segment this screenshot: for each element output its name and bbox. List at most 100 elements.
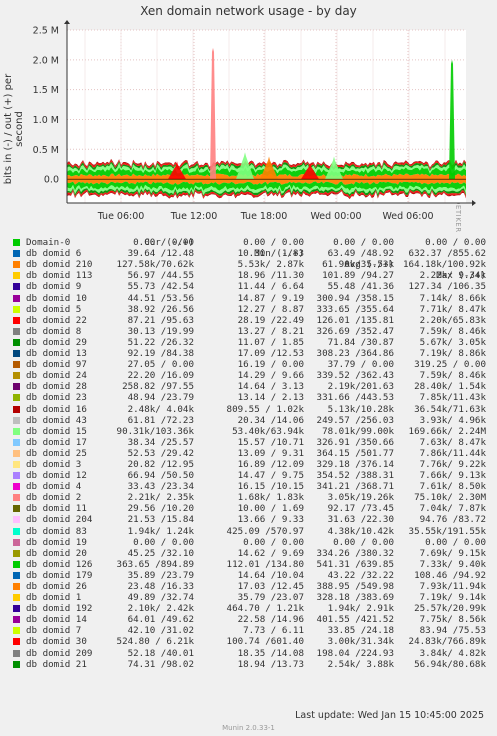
legend-cur: 66.94 /50.50 (127, 470, 194, 482)
legend-max: 0.00 / 0.00 (425, 237, 486, 249)
legend-swatch (13, 338, 20, 346)
legend-min: 809.55 / 1.02k (226, 403, 304, 415)
legend-min: 16.19 / 0.00 (237, 359, 304, 371)
legend-cur: 39.64 /12.48 (127, 248, 194, 260)
legend-max: 36.54k/71.63k (414, 403, 486, 415)
legend-series-name: db domid 24 (26, 370, 87, 382)
legend-row: db domid 30 524.80 / 6.21k 100.74 /601.40 3… (10, 636, 490, 647)
legend-row: db domid 22 87.21 /95.63 28.19 /22.49 126.0… (10, 315, 490, 326)
legend-avg: 3.05k/19.26k (327, 492, 394, 504)
legend-swatch (13, 427, 20, 435)
legend-cur: 127.58k/70.62k (116, 259, 194, 271)
legend-swatch (13, 261, 20, 269)
legend-min: 7.73 / 6.11 (243, 625, 304, 637)
x-tick-label: Tue 06:00 (97, 211, 145, 222)
legend-series-name: db domid 15 (26, 425, 87, 437)
legend-cur: 44.51 /53.56 (127, 292, 194, 304)
legend-max: 0.00 / 0.00 (425, 536, 486, 548)
legend-series-name: db domid 26 (26, 581, 87, 592)
legend-max: 35.55k/191.55k (408, 525, 486, 537)
legend-row: db domid 16 2.48k/ 4.04k 809.55 / 1.02k 5.1… (10, 404, 490, 415)
legend-max: 7.04k/ 7.87k (419, 503, 486, 515)
legend-avg: 354.52 /388.31 (316, 470, 394, 482)
legend-series-name: db domid 9 (26, 281, 82, 293)
legend-swatch (13, 616, 20, 624)
legend-row: db domid 113 56.97 /44.55 18.96 /11.30 101.… (10, 270, 490, 281)
y-tick-label: 1.0 M (33, 115, 59, 126)
legend-series-name: db domid 8 (26, 325, 82, 337)
legend-max: 2.22k/ 9.34k (419, 270, 486, 282)
legend-min: 14.64 /10.04 (237, 569, 304, 581)
legend-avg: 0.00 / 0.00 (333, 237, 394, 249)
legend-cur: 2.21k/ 2.35k (127, 492, 194, 504)
legend-row: db domid 9 55.73 /42.54 11.44 / 6.64 55.48 … (10, 281, 490, 292)
legend-row: db domid 210 127.58k/70.62k 5.53k/ 2.87k 61… (10, 259, 490, 270)
legend-avg: 33.85 /24.18 (327, 625, 394, 637)
legend-min: 18.96 /11.30 (237, 270, 304, 282)
legend-row: db domid 17 38.34 /25.57 15.57 /10.71 326.9… (10, 437, 490, 448)
legend-min: 13.27 / 8.21 (237, 325, 304, 337)
legend-cur: 35.89 /23.79 (127, 569, 194, 581)
legend-series-name: db domid 3 (26, 458, 82, 470)
legend-cur: 92.19 /84.38 (127, 348, 194, 360)
legend-swatch (13, 283, 20, 291)
legend-cur: 74.31 /98.02 (127, 658, 194, 670)
legend-series-name: db domid 16 (26, 403, 87, 415)
legend-avg: 43.22 /32.22 (327, 569, 394, 581)
x-tick-label: Wed 00:00 (310, 211, 361, 222)
legend-min: 18.94 /13.73 (237, 658, 304, 670)
legend-max: 7.69k/ 9.15k (419, 547, 486, 559)
legend-max: 7.86k/11.44k (419, 447, 486, 459)
legend-row: db domid 25 52.53 /29.42 13.09 / 9.31 364.1… (10, 448, 490, 459)
legend-series-name: db domid 25 (26, 447, 87, 459)
legend-cur: 33.43 /23.34 (127, 481, 194, 493)
legend-min: 10.30 / 1.83 (237, 248, 304, 260)
legend-min: 112.01 /134.80 (226, 558, 304, 570)
legend-cur: 258.82 /97.55 (122, 381, 194, 393)
legend-avg: 308.23 /364.86 (316, 348, 394, 360)
legend-cur: 0.00 / 0.00 (133, 536, 194, 548)
legend-cur: 45.25 /32.10 (127, 547, 194, 559)
legend-cur: 23.48 /16.33 (127, 581, 194, 592)
legend-cur: 29.56 /10.20 (127, 503, 194, 515)
network-usage-chart: Tue 06:00 Tue 12:00 Tue 18:00 Wed 00:00 Wed … (33, 20, 476, 222)
legend-cur: 38.34 /25.57 (127, 436, 194, 448)
legend-swatch (13, 394, 20, 402)
legend-swatch (13, 316, 20, 324)
legend-swatch (13, 272, 20, 280)
legend-cur: 2.48k/ 4.04k (127, 403, 194, 415)
legend-cur: 64.01 /49.62 (127, 614, 194, 626)
legend-row: db domid 11 29.56 /10.20 10.00 / 1.69 92.17… (10, 503, 490, 514)
legend-min: 13.66 / 9.33 (237, 514, 304, 526)
legend-row: db domid 13 92.19 /84.38 17.09 /12.53 308.2… (10, 348, 490, 359)
legend-row: db domid 97 27.05 / 0.00 16.19 / 0.00 37.79… (10, 359, 490, 370)
legend-avg: 61.90k/35.53k (322, 259, 394, 271)
legend-row: db domid 83 1.94k/ 1.24k 425.09 /570.97 4.3… (10, 526, 490, 537)
legend-max: 127.34 /106.35 (408, 281, 486, 293)
legend-series-name: db domid 17 (26, 436, 87, 448)
legend-cur: 30.13 /19.99 (127, 325, 194, 337)
legend-cur: 52.53 /29.42 (127, 447, 194, 459)
legend-swatch (13, 638, 20, 646)
legend-swatch (13, 571, 20, 579)
legend-swatch (13, 594, 20, 602)
legend-cur: 49.89 /32.74 (127, 592, 194, 604)
legend-series-name: db domid 7 (26, 625, 82, 637)
legend-max: 83.94 /75.53 (419, 625, 486, 637)
legend-avg: 328.18 /383.69 (316, 592, 394, 604)
legend-min: 0.00 / 0.00 (243, 237, 304, 249)
y-axis-arrow (64, 20, 70, 24)
legend-min: 14.62 / 9.69 (237, 547, 304, 559)
x-tick-label: Tue 18:00 (240, 211, 288, 222)
legend-swatch (13, 660, 20, 668)
legend-min: 11.07 / 1.85 (237, 336, 304, 348)
legend-series-name: db domid 22 (26, 314, 87, 326)
last-update: Last update: Wed Jan 15 10:45:00 2025 (295, 710, 484, 721)
legend-swatch (13, 627, 20, 635)
legend-cur: 363.65 /894.89 (116, 558, 194, 570)
legend-cur: 21.53 /15.84 (127, 514, 194, 526)
legend-cur: 27.05 / 0.00 (127, 359, 194, 371)
legend-row: db domid 3 20.82 /12.95 16.89 /12.09 329.18… (10, 459, 490, 470)
legend-row: db domid 204 21.53 /15.84 13.66 / 9.33 31.6… (10, 514, 490, 525)
legend-row: db domid 6 39.64 /12.48 10.30 / 1.83 63.49 … (10, 248, 490, 259)
